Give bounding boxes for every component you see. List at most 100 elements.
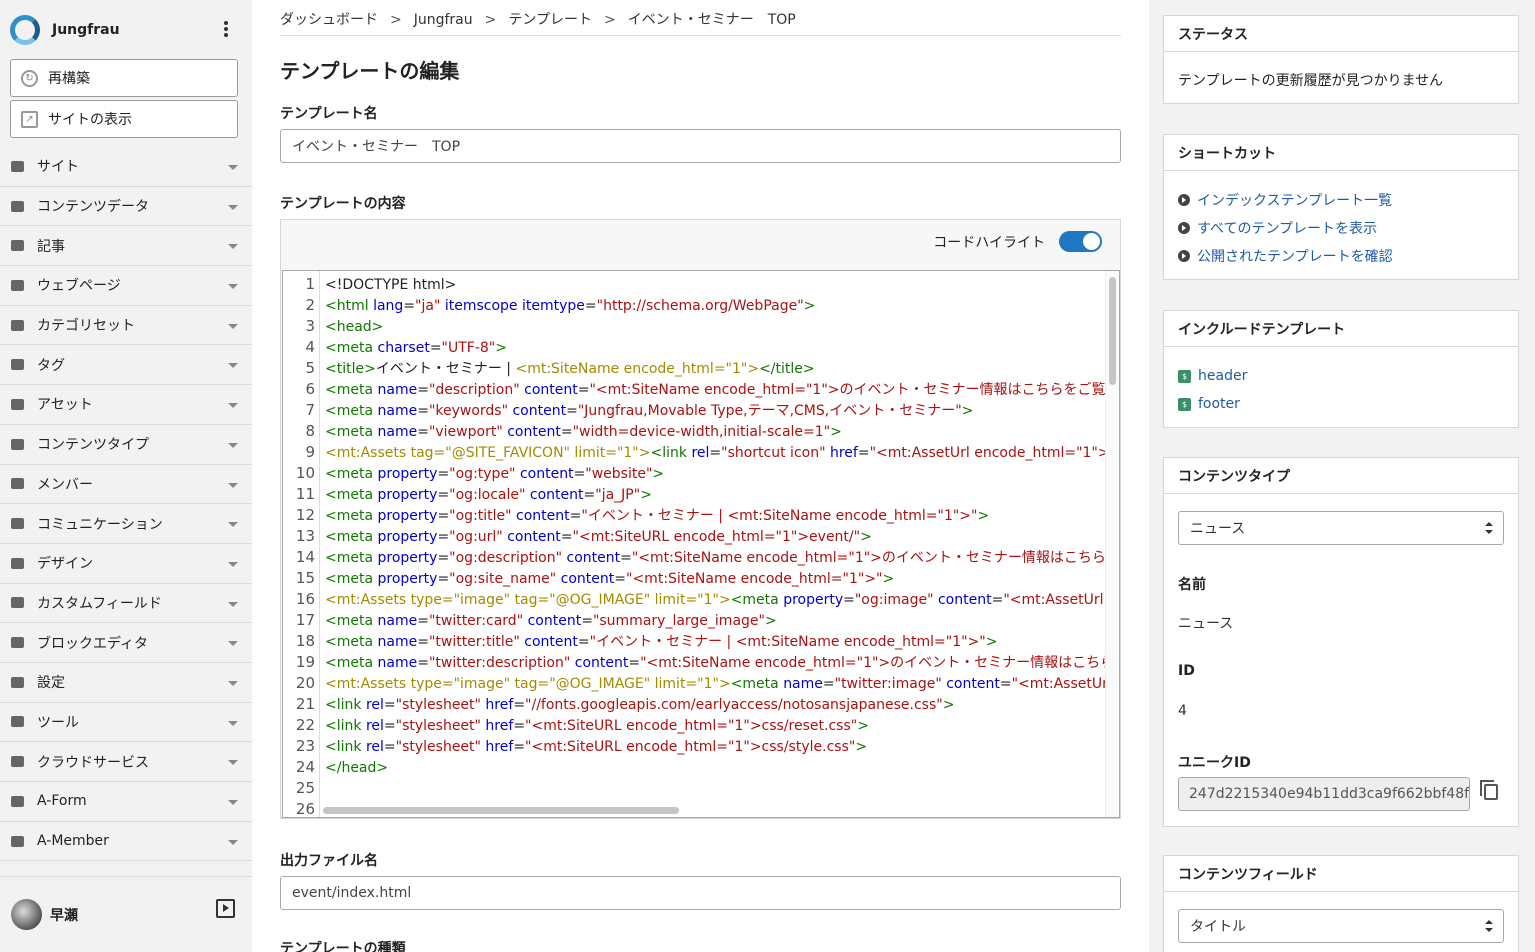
chevron-down-icon[interactable] (228, 839, 238, 845)
block-editor-icon (11, 637, 24, 649)
chevron-circle-icon (1178, 250, 1190, 262)
sidebar-item-entry[interactable]: 記事 (0, 226, 252, 267)
vertical-scrollbar-track[interactable] (1105, 271, 1119, 817)
unique-id-field[interactable]: 247d2215340e94b11dd3ca9f662bbf48f0 (1178, 777, 1470, 811)
view-site-button[interactable]: ↗ サイトの表示 (10, 100, 238, 138)
breadcrumb-templates[interactable]: テンプレート (508, 12, 592, 28)
sidebar-item-tag[interactable]: タグ (0, 345, 252, 386)
sidebar-item-label: タグ (37, 357, 65, 374)
code-token: <link (325, 739, 366, 755)
sidebar-item-a-form[interactable]: A-Form (0, 782, 252, 822)
chevron-down-icon[interactable] (228, 165, 238, 170)
content-field-select[interactable]: タイトル (1178, 909, 1504, 943)
code-token: = (437, 508, 450, 524)
output-file-input[interactable]: event/index.html (280, 876, 1121, 910)
chevron-down-icon[interactable] (228, 442, 238, 448)
copy-icon[interactable] (1480, 780, 1498, 800)
chevron-down-icon[interactable] (228, 363, 238, 369)
chevron-down-icon[interactable] (228, 680, 238, 686)
code-token: = (417, 382, 429, 398)
chevron-down-icon[interactable] (228, 760, 238, 766)
content-field-card: コンテンツフィールド タイトル (1163, 855, 1519, 952)
code-token: "UTF-8" (441, 340, 496, 356)
code-token: content (523, 613, 582, 629)
sidebar-item-asset[interactable]: アセット (0, 385, 252, 425)
include-header-link[interactable]: $ header (1178, 362, 1504, 390)
code-token: = (513, 718, 526, 734)
code-line: <mt:Assets type="image" tag="@OG_IMAGE" … (325, 590, 1105, 611)
include-label[interactable]: header (1198, 368, 1247, 384)
chevron-down-icon[interactable] (228, 522, 238, 528)
code-token: = (620, 550, 632, 566)
sidebar-item-content-data[interactable]: コンテンツデータ (0, 187, 252, 227)
shortcut-all-templates[interactable]: すべてのテンプレートを表示 (1178, 214, 1504, 242)
code-highlight-switch[interactable] (1059, 231, 1102, 252)
site-switcher[interactable]: Jungfrau (10, 14, 120, 46)
sidebar-item-site[interactable]: サイト (0, 147, 252, 187)
line-number: 12 (295, 506, 315, 524)
id-label: ID (1178, 663, 1195, 679)
chevron-down-icon[interactable] (228, 284, 238, 290)
code-line: <head> (325, 317, 383, 338)
id-value: 4 (1178, 703, 1187, 719)
sidebar-item-wrench[interactable]: ツール (0, 703, 252, 743)
chevron-down-icon[interactable] (228, 561, 238, 567)
sidebar-item-communication[interactable]: コミュニケーション (0, 504, 252, 544)
content-type-title: コンテンツタイプ (1164, 458, 1518, 494)
user-name[interactable]: 早瀬 (50, 905, 78, 925)
code-token: "<mt:SiteURL encode_html="1">css/reset.c… (525, 718, 858, 734)
tag-icon (11, 359, 24, 371)
shortcut-label[interactable]: すべてのテンプレートを表示 (1197, 218, 1377, 238)
code-token: "//fonts.googleapis.com/earlyaccess/noto… (525, 697, 943, 713)
code-content[interactable]: <!DOCTYPE html> <html lang="ja" itemscope… (325, 271, 1105, 817)
code-token: = (709, 445, 722, 461)
include-footer-link[interactable]: $ footer (1178, 390, 1504, 418)
code-token: rel (691, 445, 710, 461)
chevron-down-icon[interactable] (228, 482, 238, 488)
rebuild-button[interactable]: ↻ 再構築 (10, 59, 238, 97)
shortcut-index-templates[interactable]: インデックステンプレート一覧 (1178, 186, 1504, 214)
content-type-select[interactable]: ニュース (1178, 511, 1504, 545)
output-file-label: 出力ファイル名 (280, 853, 378, 869)
sidebar-item-content-type[interactable]: コンテンツタイプ (0, 425, 252, 465)
more-vertical-icon[interactable] (220, 19, 232, 39)
chevron-down-icon[interactable] (228, 244, 238, 250)
code-token: <title> (325, 361, 376, 377)
horizontal-scrollbar-thumb[interactable] (323, 807, 679, 814)
breadcrumb-dashboard[interactable]: ダッシュボード (280, 12, 378, 28)
code-token: <mt:Assets tag="@SITE_FAVICON" limit="1"… (325, 445, 651, 461)
chevron-down-icon[interactable] (228, 204, 238, 210)
code-token: = (437, 529, 450, 545)
chevron-down-icon[interactable] (228, 323, 238, 329)
sidebar-item-cloud-service[interactable]: クラウドサービス (0, 742, 252, 782)
code-token: > (855, 739, 868, 755)
collapse-sidebar-icon[interactable] (216, 899, 235, 918)
chevron-down-icon[interactable] (228, 601, 238, 607)
sidebar-item-webpage[interactable]: ウェブページ (0, 266, 252, 306)
status-card: ステータス テンプレートの更新履歴が見つかりません (1163, 15, 1519, 104)
code-token: "<mt:AssetUrl enco (1003, 592, 1105, 608)
template-name-input[interactable]: イベント・セミナー TOP (280, 129, 1121, 163)
shortcut-label[interactable]: 公開されたテンプレートを確認 (1197, 246, 1393, 266)
code-editor[interactable]: 1 2 3 4 5 6 7 8 9 10 11 12 13 14 15 16 17 18 19 20 21 22 23 24 2… (282, 270, 1120, 818)
shortcut-label[interactable]: インデックステンプレート一覧 (1197, 190, 1392, 210)
chevron-down-icon[interactable] (228, 720, 238, 726)
sidebar-item-block-editor[interactable]: ブロックエディタ (0, 623, 252, 663)
include-label[interactable]: footer (1198, 396, 1240, 412)
sidebar-item-gear[interactable]: 設定 (0, 663, 252, 703)
sidebar-item-design[interactable]: デザイン (0, 544, 252, 584)
sidebar-item-member[interactable]: メンバー (0, 465, 252, 505)
sidebar-item-category-set[interactable]: カテゴリセット (0, 306, 252, 346)
code-token: > (857, 718, 869, 734)
avatar[interactable] (11, 899, 42, 930)
breadcrumb-site[interactable]: Jungfrau (414, 12, 473, 28)
shortcut-published-templates[interactable]: 公開されたテンプレートを確認 (1178, 242, 1504, 270)
code-token: = (417, 424, 429, 440)
vertical-scrollbar-thumb[interactable] (1109, 277, 1116, 385)
sidebar-item-a-member[interactable]: A-Member (0, 822, 252, 862)
chevron-down-icon[interactable] (228, 800, 238, 805)
sidebar-item-custom-field[interactable]: カスタムフィールド (0, 584, 252, 624)
code-token: = (403, 298, 416, 314)
chevron-down-icon[interactable] (228, 641, 238, 647)
chevron-down-icon[interactable] (228, 403, 238, 409)
